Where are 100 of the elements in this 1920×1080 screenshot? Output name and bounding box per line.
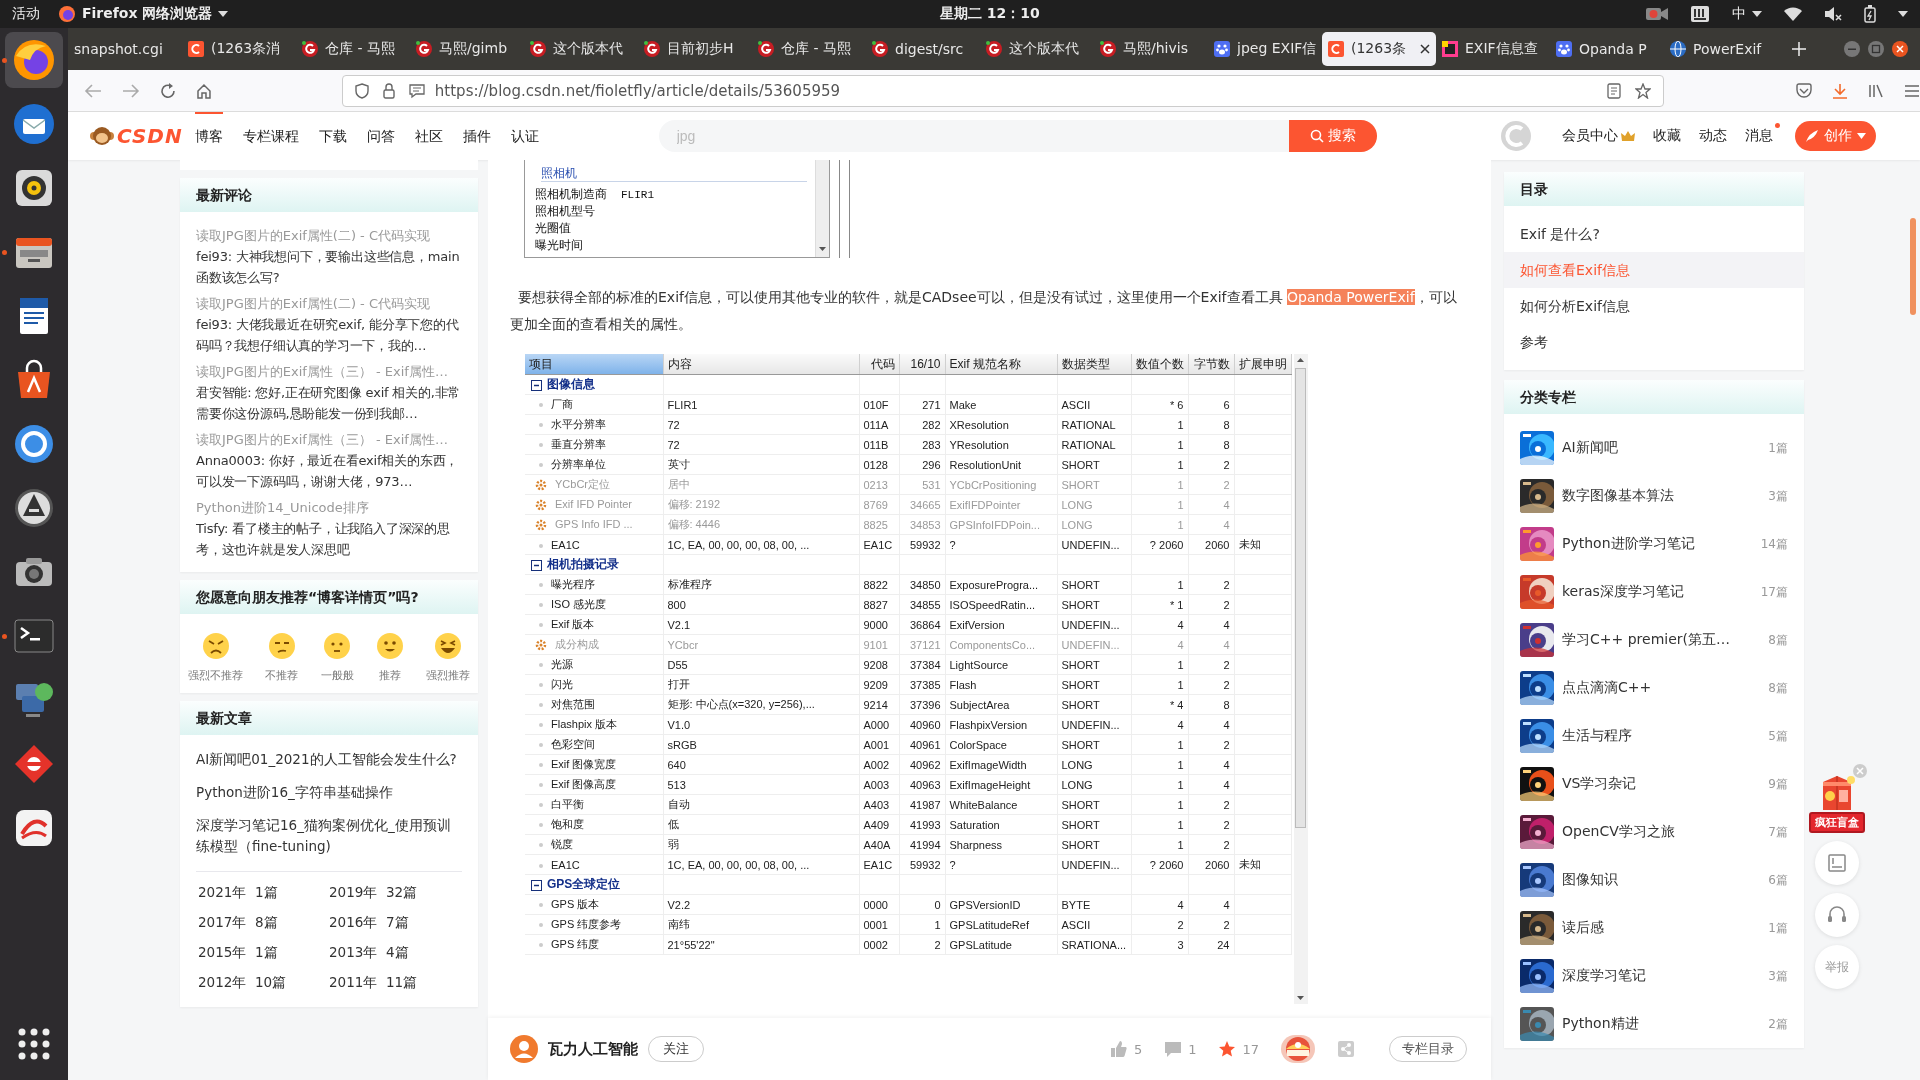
volume-muted-icon[interactable] [1824, 6, 1842, 22]
browser-tab[interactable]: (1263条消 [182, 32, 296, 66]
maximize-icon[interactable] [1868, 41, 1884, 57]
message-icon[interactable] [408, 82, 425, 99]
browser-tab[interactable]: 这个版本代 [980, 32, 1094, 66]
reload-icon[interactable] [159, 82, 176, 99]
browser-tab[interactable]: Opanda P [1550, 32, 1664, 66]
avatar[interactable] [510, 1035, 538, 1063]
browser-tab[interactable]: jpeg EXIF信 [1208, 32, 1322, 66]
column-header[interactable]: 项目 [529, 356, 553, 371]
thumbs-up-icon[interactable] [1109, 1040, 1128, 1058]
article-link[interactable]: Python进阶16_字符串基础操作 [196, 776, 462, 809]
browser-tab[interactable]: 马熙/hivis [1094, 32, 1208, 66]
pocket-icon[interactable] [1796, 82, 1812, 99]
comment-text[interactable]: Anna0003: 你好，最近在看exif相关的东西，可以发一下源码吗，谢谢大佬，973… [196, 450, 462, 492]
emoji-face-icon[interactable] [267, 632, 296, 660]
reader-view-icon[interactable] [1607, 82, 1621, 99]
comment-text[interactable]: fei93: 大佬我最近在研究exif, 能分享下您的代码吗？我想仔细认真的学习一下，我的… [196, 314, 462, 356]
rating-label[interactable]: 强烈推荐 [426, 668, 470, 683]
close-icon[interactable] [1892, 41, 1908, 57]
column-list-button[interactable]: 专栏目录 [1389, 1036, 1467, 1062]
download-icon[interactable] [1832, 82, 1848, 99]
rating-label[interactable]: 不推荐 [265, 668, 299, 683]
toc-link[interactable]: 如何分析Exif信息 [1504, 288, 1804, 324]
archive-link[interactable]: 2016年 7篇 [329, 912, 460, 933]
nav-link[interactable]: 认证 [510, 112, 539, 160]
lock-icon[interactable] [382, 82, 395, 99]
search-field[interactable]: jpg [658, 120, 1289, 152]
comment-text[interactable]: 君安智能: 您好,正在研究图像 exif 相关的,非常需要你这份源码,恳盼能发一份到我邮… [196, 382, 462, 424]
caret-icon[interactable] [1898, 11, 1908, 17]
app-menu[interactable]: Firefox 网络浏览器 [58, 5, 229, 23]
column-link[interactable]: 数字图像基本算法 3篇 [1520, 472, 1788, 520]
browser-tab[interactable]: 仓库 - 马熙 [296, 32, 410, 66]
library-icon[interactable] [1868, 82, 1884, 99]
browser-tab[interactable]: 仓库 - 马熙 [752, 32, 866, 66]
column-link[interactable]: 生活与程序 5篇 [1520, 712, 1788, 760]
toc-link[interactable]: Exif 是什么? [1504, 216, 1804, 252]
header-link[interactable]: 动态 [1699, 127, 1727, 145]
browser-tab[interactable]: PowerExif [1664, 32, 1778, 66]
star-icon[interactable] [1218, 1040, 1237, 1058]
column-link[interactable]: OpenCV学习之旅 7篇 [1520, 808, 1788, 856]
nav-link[interactable]: 社区 [414, 112, 443, 160]
browser-tab[interactable]: 目前初步H [638, 32, 752, 66]
collapse-icon[interactable] [531, 559, 542, 571]
rating-label[interactable]: 推荐 [378, 668, 401, 683]
follow-button[interactable]: 关注 [648, 1036, 704, 1062]
archive-link[interactable]: 2019年 32篇 [329, 882, 460, 903]
column-header[interactable]: 内容 [667, 356, 692, 371]
clock[interactable]: 星期二 12：10 [940, 5, 1040, 23]
browser-tab[interactable]: (1263条 [1322, 32, 1436, 66]
keyboard-indicator-icon[interactable] [1690, 5, 1710, 23]
menu-icon[interactable] [1904, 83, 1920, 98]
close-icon[interactable] [1420, 44, 1430, 54]
address-bar[interactable]: https://blog.csdn.net/fioletfly/article/details/53605959 [341, 74, 1664, 107]
article-link[interactable]: AI新闻吧01_2021的人工智能会发生什么? [196, 743, 462, 776]
wifi-icon[interactable] [1784, 7, 1802, 21]
comment-text[interactable]: Tisfy: 看了楼主的帖子，让我陷入了深深的思考，这也许就是发人深思吧 [196, 518, 462, 560]
home-icon[interactable] [195, 82, 212, 99]
browser-tab[interactable]: digest/src [866, 32, 980, 66]
toc-link[interactable]: 参考 [1504, 324, 1804, 360]
battery-icon[interactable] [1864, 5, 1876, 23]
minimize-icon[interactable] [1844, 41, 1860, 57]
header-link[interactable]: 消息 [1745, 127, 1773, 145]
archive-link[interactable]: 2021年 1篇 [198, 882, 329, 903]
nav-link[interactable]: 插件 [462, 112, 491, 160]
column-link[interactable]: VS学习杂记 9篇 [1520, 760, 1788, 808]
browser-tab[interactable]: 马熙/gimb [410, 32, 524, 66]
nav-link[interactable]: 专栏课程 [242, 112, 299, 160]
support-button[interactable] [1815, 893, 1859, 937]
emoji-face-icon[interactable] [323, 632, 351, 660]
dock-button[interactable] [5, 32, 63, 88]
archive-link[interactable]: 2015年 1篇 [198, 942, 329, 963]
browser-tab[interactable]: 这个版本代 [524, 32, 638, 66]
browser-tab[interactable]: EXIF信息查 [1436, 32, 1550, 66]
rating-label[interactable]: 强烈不推荐 [188, 668, 243, 683]
column-link[interactable]: Python进阶学习笔记 14篇 [1520, 520, 1788, 568]
comment-text[interactable]: fei93: 大神我想问下，要输出这些信息，main函数该怎么写? [196, 246, 462, 288]
browser-tab[interactable]: snapshot.cgi [68, 32, 182, 66]
column-link[interactable]: Python精进 2篇 [1520, 1000, 1788, 1048]
emoji-face-icon[interactable] [375, 632, 404, 660]
scroll-thumb[interactable] [1295, 368, 1306, 828]
new-tab-icon[interactable] [1792, 42, 1806, 56]
promo-banner[interactable]: 疯狂盲盒 [1809, 812, 1865, 833]
column-link[interactable]: keras深度学习笔记 17篇 [1520, 568, 1788, 616]
emoji-face-icon[interactable] [434, 632, 462, 660]
emoji-face-icon[interactable] [201, 632, 230, 660]
column-link[interactable]: 图像知识 6篇 [1520, 856, 1788, 904]
collapse-icon[interactable] [531, 879, 542, 891]
header-link[interactable]: 收藏 [1653, 127, 1681, 145]
archive-link[interactable]: 2011年 11篇 [329, 972, 460, 993]
column-link[interactable]: 学习C++ premier(第五… 8篇 [1520, 616, 1788, 664]
rating-label[interactable]: 一般般 [320, 668, 354, 683]
archive-link[interactable]: 2012年 10篇 [198, 972, 329, 993]
collapse-icon[interactable] [531, 379, 542, 391]
nav-link[interactable]: 下载 [318, 112, 347, 160]
shield-icon[interactable] [354, 82, 369, 99]
header-link[interactable]: 会员中心 [1562, 127, 1618, 145]
column-link[interactable]: 读后感 1篇 [1520, 904, 1788, 952]
archive-link[interactable]: 2013年 4篇 [329, 942, 460, 963]
column-link[interactable]: 深度学习笔记 3篇 [1520, 952, 1788, 1000]
